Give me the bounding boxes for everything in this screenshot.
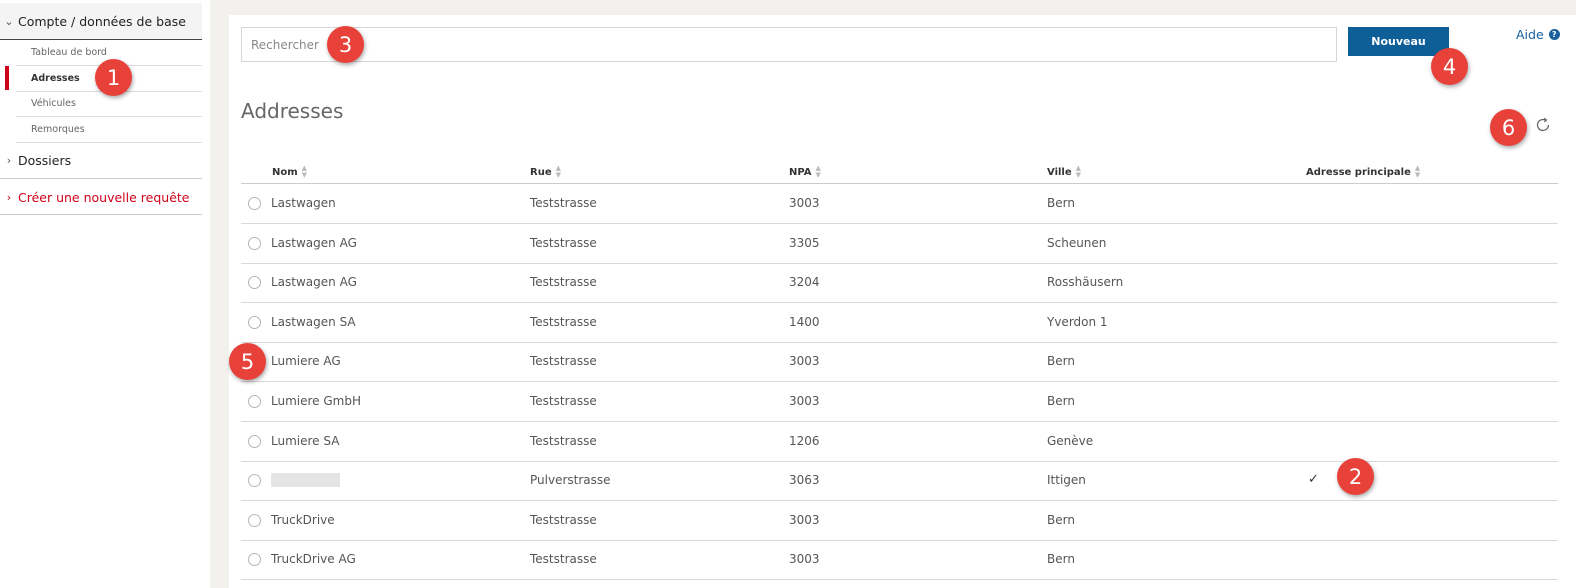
sidebar-section-label: Compte / données de base [18,13,186,29]
redacted-name [271,473,340,488]
callout-2: 2 [1337,458,1374,495]
cell-rue: Teststrasse [530,235,597,250]
cell-ville: Yverdon 1 [1047,314,1108,329]
page-title: Addresses [241,99,344,123]
sort-icon: ▲ ▼ [1414,164,1421,179]
cell-nom: Lastwagen AG [271,275,357,290]
row-radio[interactable] [248,197,261,210]
cell-ville: Bern [1047,354,1075,369]
cell-rue: Teststrasse [530,196,597,210]
main-panel: Nouveau Aide ? Addresses Nom▲▼ Rue▲▼ NPA… [229,15,1576,588]
new-button[interactable]: Nouveau [1348,27,1449,56]
cell-npa: 1206 [789,433,820,448]
row-radio[interactable] [248,395,261,408]
cell-rue: Teststrasse [530,314,597,329]
row-radio[interactable] [248,236,261,250]
table-row[interactable]: Lumiere SA Teststrasse 1206 Genève [241,422,1558,462]
sidebar-section-dossiers[interactable]: › Dossiers [0,143,202,179]
checkmark-icon: ✓ [1308,472,1319,488]
cell-nom: TruckDrive AG [271,552,356,567]
sort-icon: ▲ ▼ [555,164,561,179]
help-label: Aide [1516,27,1544,42]
table-header: Nom ▲ ▼ Rue ▲ ▼ NPA ▲ ▼ Ville ▲ ▼ Adresse princi… [241,157,1558,184]
row-radio[interactable] [248,276,261,290]
cell-nom: Lastwagen SA [271,314,356,329]
sidebar-section-label: Créer une nouvelle requête [18,189,190,205]
row-radio[interactable] [248,553,261,567]
callout-5: 5 [229,343,266,380]
search-input[interactable] [241,27,1337,62]
cell-ville: Rosshäusern [1047,275,1124,290]
table-row[interactable]: Lastwagen AG Teststrasse 3305 Scheunen [241,224,1558,264]
cell-ville: Bern [1047,512,1075,527]
table-row[interactable]: TruckDrive Teststrasse 3003 Bern [241,501,1558,541]
table-row[interactable]: Lastwagen Teststrasse 3003 Bern [241,184,1558,224]
sort-icon: ▲ ▼ [301,164,308,179]
help-link[interactable]: Aide ? [1516,27,1560,42]
cell-npa: 3063 [789,473,820,488]
column-header-npa[interactable]: NPA ▲ ▼ [789,165,821,179]
active-indicator [5,66,9,90]
column-header-nom[interactable]: Nom ▲ ▼ [272,165,307,179]
cell-rue: Teststrasse [530,433,597,448]
column-header-adresse-principale[interactable]: Adresse principale ▲ ▼ [1306,165,1420,179]
table-row[interactable]: Lumiere GmbH Teststrasse 3003 Bern [241,382,1558,422]
refresh-icon[interactable] [1533,115,1553,135]
callout-4: 4 [1431,48,1468,85]
cell-npa: 3003 [789,394,820,408]
chevron-right-icon: › [6,190,12,204]
cell-npa: 3305 [789,235,820,250]
cell-ville: Genève [1047,433,1094,448]
cell-npa: 1400 [789,314,820,329]
cell-npa: 3003 [789,354,820,369]
cell-rue: Pulverstrasse [530,473,611,488]
cell-rue: Teststrasse [530,552,597,567]
sort-icon: ▲ ▼ [815,164,821,179]
cell-rue: Teststrasse [530,275,597,290]
table-row[interactable]: Lumiere AG Teststrasse 3003 Bern [241,342,1558,383]
cell-npa: 3003 [789,552,820,567]
chevron-right-icon: › [6,154,12,167]
cell-nom: Lastwagen AG [271,235,357,250]
callout-1: 1 [95,59,132,96]
cell-npa: 3003 [789,196,820,210]
sidebar-section-account[interactable]: ⌄ Compte / données de base [0,3,202,40]
cell-nom: Lumiere GmbH [271,394,361,408]
cell-ville: Ittigen [1047,473,1086,488]
callout-3: 3 [327,26,364,63]
cell-ville: Bern [1047,196,1075,210]
cell-rue: Teststrasse [530,394,597,408]
cell-npa: 3204 [789,275,820,290]
cell-rue: Teststrasse [530,512,597,527]
cell-ville: Scheunen [1047,235,1107,250]
sidebar-item-trailers[interactable]: Remorques [16,117,202,143]
cell-nom: Lumiere AG [271,354,341,369]
callout-6: 6 [1490,109,1527,146]
column-header-ville[interactable]: Ville ▲ ▼ [1047,165,1081,179]
cell-nom: Lumiere SA [271,433,340,448]
table-row[interactable]: Lastwagen SA Teststrasse 1400 Yverdon 1 [241,303,1558,343]
cell-ville: Bern [1047,394,1075,408]
cell-nom: TruckDrive [271,512,335,527]
table-row[interactable]: TruckDrive AG Teststrasse 3003 Bern [241,540,1558,581]
row-radio[interactable] [248,434,261,448]
chevron-down-icon: ⌄ [4,14,14,28]
cell-ville: Bern [1047,552,1075,567]
row-radio[interactable] [248,315,261,329]
sidebar-section-label: Dossiers [18,153,72,168]
row-radio[interactable] [248,513,261,527]
column-header-rue[interactable]: Rue ▲ ▼ [530,165,561,179]
sidebar-create-request[interactable]: › Créer une nouvelle requête [0,180,202,215]
cell-npa: 3003 [789,512,820,527]
cell-rue: Teststrasse [530,354,597,369]
table-row[interactable]: Lastwagen AG Teststrasse 3204 Rosshäusern [241,263,1558,304]
sort-icon: ▲ ▼ [1075,164,1082,179]
question-icon: ? [1548,29,1560,40]
row-radio[interactable] [248,474,261,488]
cell-nom: Lastwagen [271,196,336,210]
